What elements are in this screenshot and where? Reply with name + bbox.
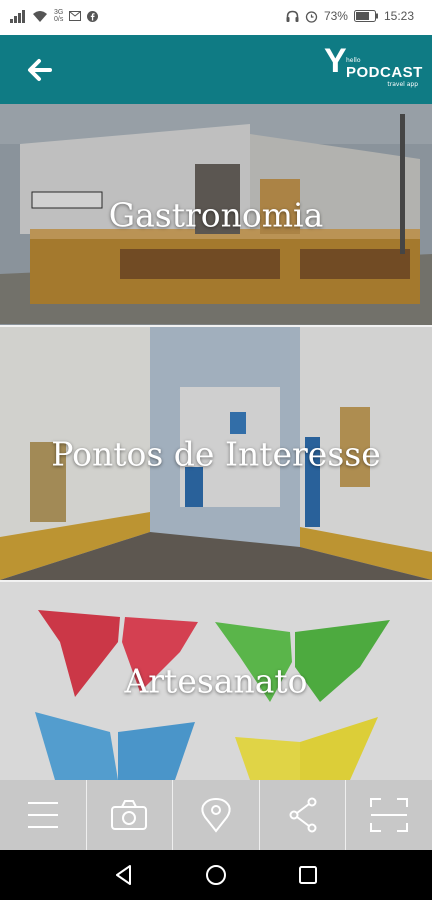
- logo-text: PODCAST: [346, 64, 423, 81]
- category-pontos-de-interesse[interactable]: Pontos de Interesse: [0, 327, 432, 580]
- network-type: 3G: [54, 9, 64, 16]
- clock: 15:23: [383, 9, 414, 23]
- camera-button[interactable]: [87, 780, 174, 850]
- bottom-nav: [0, 780, 432, 850]
- wifi-icon: [33, 10, 47, 22]
- arrow-left-icon: [28, 59, 52, 81]
- category-title-pontos-de-interesse: Pontos de Interesse: [51, 434, 381, 473]
- category-gastronomia[interactable]: Gastronomia: [0, 104, 432, 325]
- menu-icon: [27, 802, 58, 828]
- facebook-icon: [87, 10, 99, 22]
- location-button[interactable]: [173, 780, 260, 850]
- network-speed: 3G 0/s: [54, 9, 63, 23]
- category-artesanato[interactable]: Artesanato: [0, 582, 432, 780]
- signal-icon: [10, 10, 25, 23]
- network-rate: 0/s: [54, 16, 64, 23]
- camera-icon: [111, 800, 148, 830]
- back-triangle-icon: [116, 865, 131, 885]
- share-button[interactable]: [260, 780, 347, 850]
- logo-tagline: travel app: [387, 81, 418, 88]
- system-nav-bar: [0, 850, 432, 900]
- back-button[interactable]: [24, 55, 56, 85]
- logo-letter: Y: [324, 42, 347, 80]
- location-pin-icon: [201, 797, 231, 833]
- alarm-icon: [305, 10, 318, 23]
- battery-icon: [353, 10, 378, 22]
- logo-small-text: hello: [346, 57, 361, 64]
- status-left: 3G 0/s: [10, 9, 99, 23]
- share-icon: [289, 797, 317, 833]
- system-home-button[interactable]: [204, 863, 228, 887]
- status-right: 73% 15:23: [286, 9, 414, 23]
- mail-icon: [69, 11, 82, 21]
- scan-icon: [370, 798, 409, 832]
- app-bar: Y hello PODCAST travel app: [0, 35, 432, 104]
- category-title-gastronomia: Gastronomia: [108, 195, 324, 234]
- system-recents-button[interactable]: [296, 863, 320, 887]
- category-title-artesanato: Artesanato: [124, 661, 308, 701]
- battery-percent: 73%: [323, 9, 348, 23]
- scan-button[interactable]: [346, 780, 432, 850]
- status-bar: 3G 0/s 73% 15:23: [0, 0, 432, 35]
- system-back-button[interactable]: [112, 863, 136, 887]
- app-logo: Y hello PODCAST travel app: [324, 42, 423, 94]
- headset-icon: [286, 10, 299, 22]
- menu-button[interactable]: [0, 780, 87, 850]
- recents-square-icon: [299, 866, 317, 884]
- home-circle-icon: [206, 865, 226, 885]
